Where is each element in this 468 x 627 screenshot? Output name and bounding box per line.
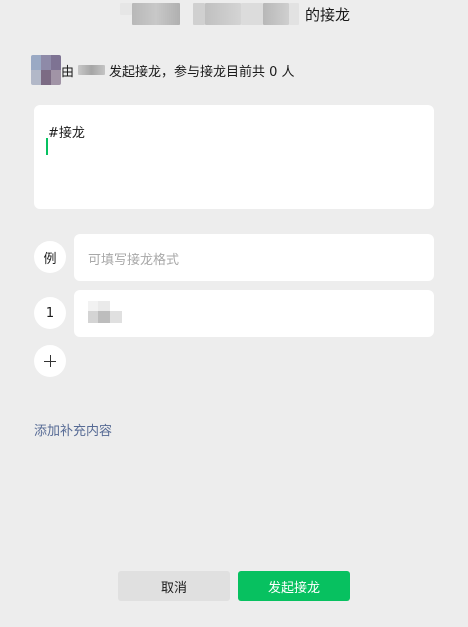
example-format-input[interactable]: 可填写接龙格式 <box>74 234 434 281</box>
initiator-name-blur <box>78 65 106 75</box>
entry-number-label: 1 <box>45 305 55 321</box>
entry-input-1[interactable] <box>74 290 434 337</box>
initiator-info: 由 发起接龙，参与接龙目前共 0 人 <box>31 55 295 85</box>
group-name-blur <box>205 3 241 25</box>
add-entry-button[interactable] <box>34 345 66 377</box>
cancel-button[interactable]: 取消 <box>118 571 230 601</box>
group-name-blur <box>132 3 180 25</box>
group-name-blur <box>289 3 299 25</box>
avatar <box>31 55 61 85</box>
group-name-blur <box>120 3 132 15</box>
solitaire-text-area[interactable]: #接龙 <box>34 105 434 209</box>
solitaire-text-content: #接龙 <box>48 126 85 141</box>
add-supplement-link[interactable]: 添加补充内容 <box>34 420 112 439</box>
group-name-blur <box>241 3 263 25</box>
example-badge: 例 <box>34 241 66 273</box>
group-name-blur <box>263 3 289 25</box>
entry-name-blur <box>88 301 124 325</box>
entry-number-badge: 1 <box>34 297 66 329</box>
text-cursor <box>46 138 48 155</box>
example-format-placeholder: 可填写接龙格式 <box>88 253 180 268</box>
title-bar: 的接龙 <box>0 0 468 28</box>
plus-icon <box>44 355 56 367</box>
start-solitaire-button[interactable]: 发起接龙 <box>238 571 350 601</box>
initiator-message: 发起接龙，参与接龙目前共 0 人 <box>109 64 295 80</box>
initiator-prefix: 由 <box>61 64 75 80</box>
page-title: 的接龙 <box>305 6 351 24</box>
example-badge-label: 例 <box>43 251 57 267</box>
group-name-blur <box>193 3 205 25</box>
